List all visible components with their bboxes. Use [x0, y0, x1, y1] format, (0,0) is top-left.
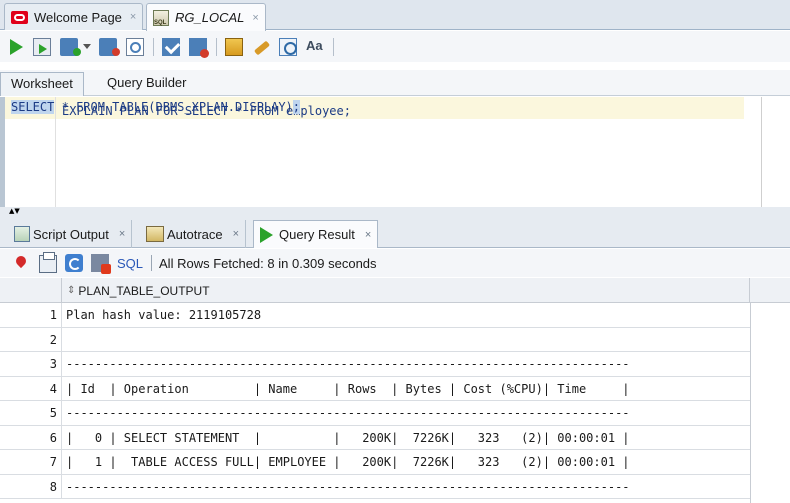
row-number: 5 — [0, 401, 62, 425]
panel-splitter[interactable]: ▲▼ — [0, 207, 790, 215]
tab-autotrace[interactable]: Autotrace × — [140, 220, 247, 248]
output-tab-bar: Script Output × Autotrace × Query Result… — [0, 215, 790, 248]
editor-line-2-text: * FROM TABLE(DBMS_XPLAN.DISPLAY) — [54, 100, 293, 114]
toolbar-separator — [333, 37, 334, 56]
close-icon[interactable]: × — [233, 228, 239, 240]
table-row[interactable]: 4 | Id | Operation | Name | Rows | Bytes … — [0, 376, 750, 401]
row-number: 6 — [0, 425, 62, 450]
tab-query-result-label: Query Result — [279, 227, 355, 242]
document-tab-bar: Welcome Page × RG_LOCAL × — [0, 0, 790, 31]
tab-query-builder[interactable]: Query Builder — [97, 72, 196, 96]
row-number-header — [0, 278, 62, 303]
explain-plan-icon[interactable] — [126, 37, 144, 56]
run-script-icon[interactable] — [33, 37, 51, 56]
row-number: 3 — [0, 352, 62, 376]
commit-icon[interactable] — [60, 37, 81, 56]
refresh-icon[interactable] — [65, 254, 83, 272]
cell-value[interactable]: | 0 | SELECT STATEMENT | | 200K| 7226K| … — [66, 426, 750, 450]
clear-icon[interactable] — [252, 38, 270, 56]
table-row[interactable]: 3 ---------------------------------------… — [0, 352, 750, 377]
row-number: 8 — [0, 474, 62, 499]
sql-history-icon[interactable] — [279, 37, 297, 56]
column-header-label: PLAN_TABLE_OUTPUT — [78, 283, 210, 298]
table-row[interactable]: 6 | 0 | SELECT STATEMENT | | 200K| 7226K|… — [0, 425, 750, 450]
sql-worksheet-icon — [153, 9, 169, 26]
pin-icon[interactable] — [13, 254, 31, 272]
editor-cursor: ; — [292, 100, 301, 114]
sort-icon[interactable]: ⇕ — [67, 285, 75, 296]
cell-value[interactable]: Plan hash value: 2119105728 — [66, 303, 750, 327]
column-header-plan-table-output[interactable]: ⇕ PLAN_TABLE_OUTPUT — [62, 278, 750, 303]
run-statement-icon[interactable] — [10, 38, 23, 55]
close-icon[interactable]: × — [365, 229, 371, 241]
format-icon-label: Aa — [306, 37, 323, 53]
dropdown-icon[interactable] — [83, 44, 91, 49]
table-row[interactable]: 5 ---------------------------------------… — [0, 401, 750, 426]
toolbar-separator — [216, 37, 217, 56]
rollback-icon[interactable] — [99, 37, 120, 56]
oracle-icon — [11, 10, 28, 24]
worksheet-toolbar: Aa — [0, 31, 790, 62]
tab-autotrace-label: Autotrace — [167, 226, 223, 242]
worksheet-subtab-bar: Worksheet Query Builder — [0, 70, 790, 96]
tab-rg-local[interactable]: RG_LOCAL × — [146, 3, 266, 31]
format-icon[interactable]: Aa — [306, 38, 324, 56]
tab-script-output-label: Script Output — [33, 226, 109, 242]
tab-welcome-page[interactable]: Welcome Page × — [4, 3, 144, 30]
sql-tuning-advisor-icon[interactable] — [225, 37, 243, 56]
tab-script-output[interactable]: Script Output × — [8, 220, 133, 248]
fetch-status: All Rows Fetched: 8 in 0.309 seconds — [159, 255, 377, 271]
script-output-icon — [14, 226, 30, 242]
select-keyword-highlight: SELECT — [11, 100, 55, 114]
close-icon[interactable]: × — [252, 12, 258, 24]
editor-margin-line — [761, 97, 762, 207]
cell-value[interactable]: ----------------------------------------… — [66, 401, 750, 425]
tab-welcome-page-label: Welcome Page — [34, 9, 122, 25]
row-number: 2 — [0, 327, 62, 352]
cell-value[interactable]: ----------------------------------------… — [66, 352, 750, 376]
cell-value[interactable]: ----------------------------------------… — [66, 475, 750, 499]
table-row[interactable]: 1 Plan hash value: 2119105728 — [0, 303, 750, 328]
result-toolbar: SQL All Rows Fetched: 8 in 0.309 seconds — [0, 249, 790, 277]
tab-rg-local-label: RG_LOCAL — [175, 10, 245, 25]
sql-editor[interactable]: EXPLAIN PLAN FOR SELECT * FROM employee;… — [0, 97, 790, 207]
print-icon[interactable] — [39, 252, 57, 273]
grid-header: ⇕ PLAN_TABLE_OUTPUT — [0, 278, 790, 303]
tab-query-result[interactable]: Query Result × — [253, 220, 379, 248]
row-number: 7 — [0, 450, 62, 474]
splitter-arrows-icon[interactable]: ▲▼ — [9, 207, 20, 215]
cell-value[interactable]: | 1 | TABLE ACCESS FULL| EMPLOYEE | 200K… — [66, 450, 750, 474]
cell-value[interactable] — [66, 328, 750, 352]
autotrace-tab-icon — [146, 226, 164, 242]
table-row[interactable]: 7 | 1 | TABLE ACCESS FULL| EMPLOYEE | 200… — [0, 450, 750, 475]
autotrace-stop-icon[interactable] — [189, 37, 209, 58]
close-icon[interactable]: × — [119, 228, 125, 240]
query-result-icon — [260, 226, 273, 243]
grid-right-border — [750, 303, 751, 503]
table-row[interactable]: 8 ---------------------------------------… — [0, 474, 750, 499]
autotrace-icon[interactable] — [162, 37, 180, 56]
row-number: 1 — [0, 303, 62, 327]
table-row[interactable]: 2 — [0, 327, 750, 352]
sql-link[interactable]: SQL — [117, 256, 143, 271]
cell-value[interactable]: | Id | Operation | Name | Rows | Bytes |… — [66, 377, 750, 401]
close-icon[interactable]: × — [130, 11, 136, 23]
cancel-query-icon[interactable] — [91, 254, 111, 274]
tab-worksheet[interactable]: Worksheet — [0, 72, 84, 96]
toolbar-separator — [153, 37, 154, 56]
query-result-grid[interactable]: ⇕ PLAN_TABLE_OUTPUT 1 Plan hash value: 21… — [0, 278, 790, 503]
row-number: 4 — [0, 376, 62, 401]
result-toolbar-separator — [151, 255, 153, 271]
